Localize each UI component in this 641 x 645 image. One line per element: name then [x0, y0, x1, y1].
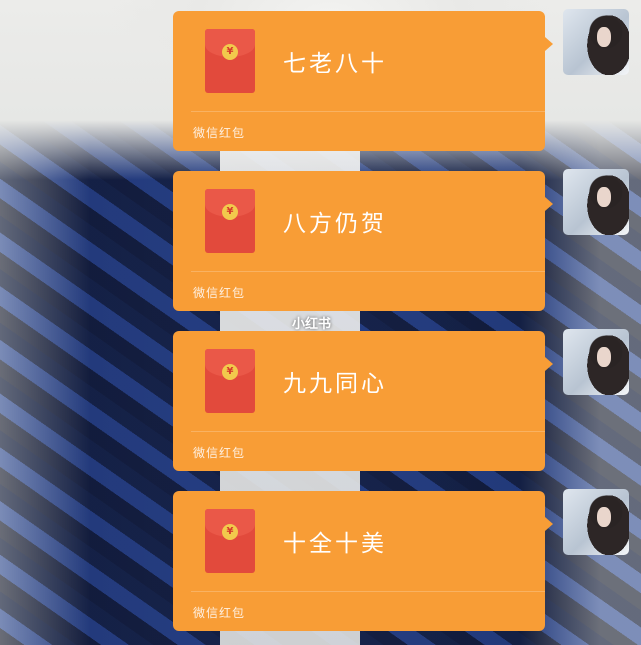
coin-icon: ¥: [222, 44, 238, 60]
red-packet-message[interactable]: ¥ 八方仍贺 微信红包: [173, 171, 553, 311]
divider: [191, 271, 545, 272]
red-envelope-icon: ¥: [205, 189, 255, 253]
coin-icon: ¥: [222, 524, 238, 540]
red-envelope-icon: ¥: [205, 29, 255, 93]
red-packet-label: 微信红包: [193, 606, 246, 620]
red-packet-greeting: 七老八十: [283, 51, 387, 77]
watermark: 小红书: [292, 317, 332, 332]
red-packet-label: 微信红包: [193, 286, 246, 300]
avatar[interactable]: [563, 169, 629, 235]
coin-icon: ¥: [222, 364, 238, 380]
red-envelope-icon: ¥: [205, 349, 255, 413]
red-packet-label: 微信红包: [193, 126, 246, 140]
avatar[interactable]: [563, 9, 629, 75]
coin-icon: ¥: [222, 204, 238, 220]
red-packet-message[interactable]: ¥ 九九同心 微信红包: [173, 331, 553, 471]
red-packet-message[interactable]: ¥ 十全十美 微信红包: [173, 491, 553, 631]
red-packet-greeting: 九九同心: [283, 371, 387, 397]
red-packet-message[interactable]: ¥ 七老八十 微信红包: [173, 11, 553, 151]
divider: [191, 111, 545, 112]
red-packet-greeting: 八方仍贺: [283, 211, 387, 237]
red-packet-greeting: 十全十美: [283, 531, 387, 557]
avatar[interactable]: [563, 329, 629, 395]
divider: [191, 431, 545, 432]
avatar[interactable]: [563, 489, 629, 555]
red-packet-label: 微信红包: [193, 446, 246, 460]
divider: [191, 591, 545, 592]
red-envelope-icon: ¥: [205, 509, 255, 573]
